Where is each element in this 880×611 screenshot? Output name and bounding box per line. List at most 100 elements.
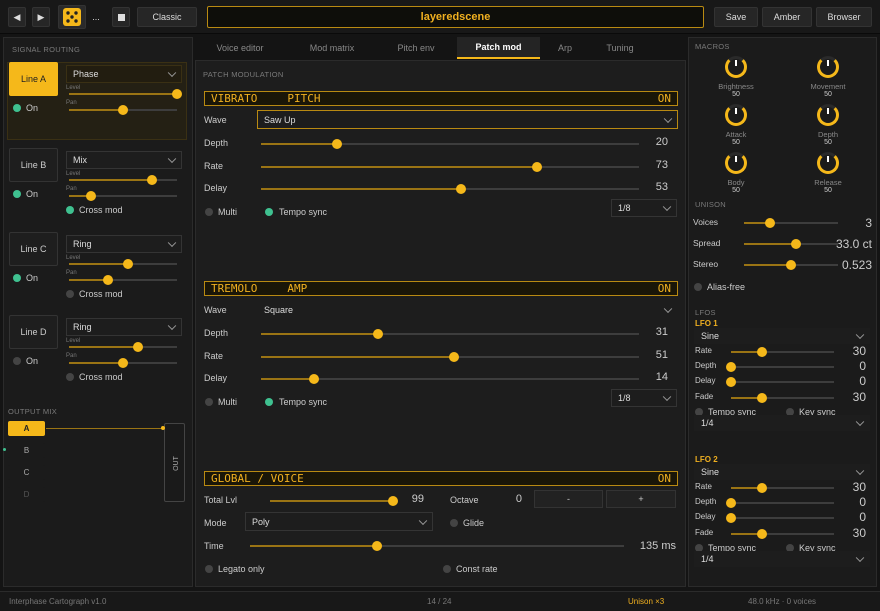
level-slider[interactable] <box>69 89 182 99</box>
bus-b-button[interactable]: B <box>8 443 45 458</box>
cross-mod-toggle[interactable] <box>66 373 74 381</box>
lfo-2-rate-slider-thumb[interactable] <box>756 483 767 493</box>
mode-select[interactable]: Phase <box>66 65 182 83</box>
lfo-2-division-select[interactable]: 1/4 <box>694 551 870 567</box>
octave-up-button[interactable]: + <box>606 490 676 508</box>
stop-button[interactable] <box>112 7 130 27</box>
total-level-slider[interactable] <box>270 496 398 506</box>
tempo-sync-toggle[interactable] <box>265 398 273 406</box>
glide-toggle[interactable] <box>450 519 458 527</box>
lfo-1-wave-select[interactable]: Sine <box>694 328 870 344</box>
mode-select[interactable]: Ring <box>66 235 182 253</box>
more-button[interactable]: ... <box>88 7 104 27</box>
level-slider[interactable] <box>69 342 177 352</box>
lfo-2-delay-slider[interactable] <box>726 513 834 524</box>
save-button[interactable]: Save <box>714 7 758 27</box>
next-button[interactable]: ▶ <box>32 7 50 27</box>
lfo-1-rate-slider-thumb[interactable] <box>756 347 767 357</box>
lfo-2-depth-slider[interactable] <box>726 498 834 509</box>
tab-patch-mod[interactable]: Patch mod <box>457 37 540 59</box>
const-rate-toggle[interactable] <box>443 565 451 573</box>
release-macro-knob[interactable] <box>817 152 839 174</box>
unison-stereo-slider-thumb[interactable] <box>786 260 796 270</box>
multi-toggle[interactable] <box>205 208 213 216</box>
bus-c-button[interactable]: C <box>8 465 45 480</box>
tremolo-rate-slider[interactable] <box>261 351 639 362</box>
tremolo-delay-slider[interactable] <box>261 374 639 384</box>
tremolo-depth-slider[interactable] <box>261 329 639 339</box>
pan-slider-thumb[interactable] <box>118 358 128 368</box>
vibrato-header[interactable]: VIBRATO PITCH ON <box>204 91 678 106</box>
lfo-2-fade-slider[interactable] <box>731 528 834 539</box>
mode-select[interactable]: Ring <box>66 318 182 336</box>
tremolo-delay-slider-thumb[interactable] <box>308 374 319 384</box>
tremolo-header[interactable]: TREMOLO AMP ON <box>204 281 678 296</box>
tab-mod-matrix[interactable]: Mod matrix <box>293 37 371 59</box>
level-slider-thumb[interactable] <box>172 89 182 99</box>
pan-slider[interactable] <box>69 275 177 285</box>
glide-time-slider[interactable] <box>250 541 624 551</box>
vibrato-delay-slider[interactable] <box>261 184 639 194</box>
vibrato-depth-slider[interactable] <box>261 139 639 149</box>
lfo-2-fade-slider-thumb[interactable] <box>756 528 767 539</box>
tab-arp[interactable]: Arp <box>541 37 589 59</box>
lfo-2-wave-select[interactable]: Sine <box>694 464 870 480</box>
browser-button[interactable]: Browser <box>816 7 872 27</box>
attack-macro-knob[interactable] <box>725 104 747 126</box>
amber-theme-button[interactable]: Amber <box>762 7 812 27</box>
level-slider[interactable] <box>69 259 177 269</box>
lfo-1-division-select[interactable]: 1/4 <box>694 415 870 431</box>
vibrato-state[interactable]: ON <box>658 92 671 105</box>
multi-toggle[interactable] <box>205 398 213 406</box>
depth-macro-knob[interactable] <box>817 104 839 126</box>
pan-slider[interactable] <box>69 105 177 115</box>
level-slider[interactable] <box>69 175 177 185</box>
tremolo-state[interactable]: ON <box>658 282 671 295</box>
tab-pitch-env[interactable]: Pitch env <box>382 37 450 59</box>
movement-macro-knob[interactable] <box>817 56 839 78</box>
lfo-1-depth-slider[interactable] <box>726 362 834 373</box>
lfo-1-fade-slider[interactable] <box>731 392 834 403</box>
lfo-1-delay-slider[interactable] <box>726 377 834 388</box>
line-c-button[interactable]: Line C <box>9 232 58 266</box>
vibrato-division-select[interactable]: 1/8 <box>611 199 677 217</box>
tab-voice-editor[interactable]: Voice editor <box>201 37 279 59</box>
lfo-1-rate-slider[interactable] <box>731 347 834 357</box>
octave-down-button[interactable]: - <box>534 490 603 508</box>
alias-free-toggle[interactable] <box>694 283 702 291</box>
lfo-2-rate-slider[interactable] <box>731 483 834 493</box>
line-a-button[interactable]: Line A <box>9 62 58 96</box>
mode-select[interactable]: Mix <box>66 151 182 169</box>
cross-mod-toggle[interactable] <box>66 206 74 214</box>
pan-slider-thumb[interactable] <box>118 105 128 115</box>
voice-mode-select[interactable]: Poly <box>245 512 433 531</box>
prev-button[interactable]: ◀ <box>8 7 26 27</box>
brightness-macro-knob[interactable] <box>725 56 747 78</box>
theme-button[interactable]: Classic <box>137 7 197 27</box>
global-state[interactable]: ON <box>658 472 671 485</box>
vibrato-wave-select[interactable]: Saw Up <box>257 110 678 129</box>
pan-slider-thumb[interactable] <box>102 275 113 285</box>
total-level-slider-thumb[interactable] <box>387 496 398 506</box>
pan-slider[interactable] <box>69 358 177 368</box>
vibrato-rate-slider-thumb[interactable] <box>531 161 542 172</box>
tempo-sync-toggle[interactable] <box>265 208 273 216</box>
pan-slider-thumb[interactable] <box>85 191 96 201</box>
global-header[interactable]: GLOBAL / VOICE ON <box>204 471 678 486</box>
preset-display[interactable]: layeredscene <box>207 6 704 28</box>
line-d-button[interactable]: Line D <box>9 315 58 349</box>
vibrato-rate-slider[interactable] <box>261 161 639 172</box>
legato-toggle[interactable] <box>205 565 213 573</box>
vibrato-depth-slider-thumb[interactable] <box>331 139 342 149</box>
unison-spread-slider-thumb[interactable] <box>790 239 801 249</box>
tremolo-rate-slider-thumb[interactable] <box>448 351 459 362</box>
bus-a-button[interactable]: A <box>8 421 45 436</box>
tab-tuning[interactable]: Tuning <box>593 37 647 59</box>
pan-slider[interactable] <box>69 191 177 201</box>
randomize-button[interactable] <box>58 5 86 29</box>
lfo-1-fade-slider-thumb[interactable] <box>756 392 767 403</box>
tremolo-division-select[interactable]: 1/8 <box>611 389 677 407</box>
line-b-button[interactable]: Line B <box>9 148 58 182</box>
tremolo-wave-select[interactable]: Square <box>257 300 678 319</box>
body-macro-knob[interactable] <box>725 152 747 174</box>
